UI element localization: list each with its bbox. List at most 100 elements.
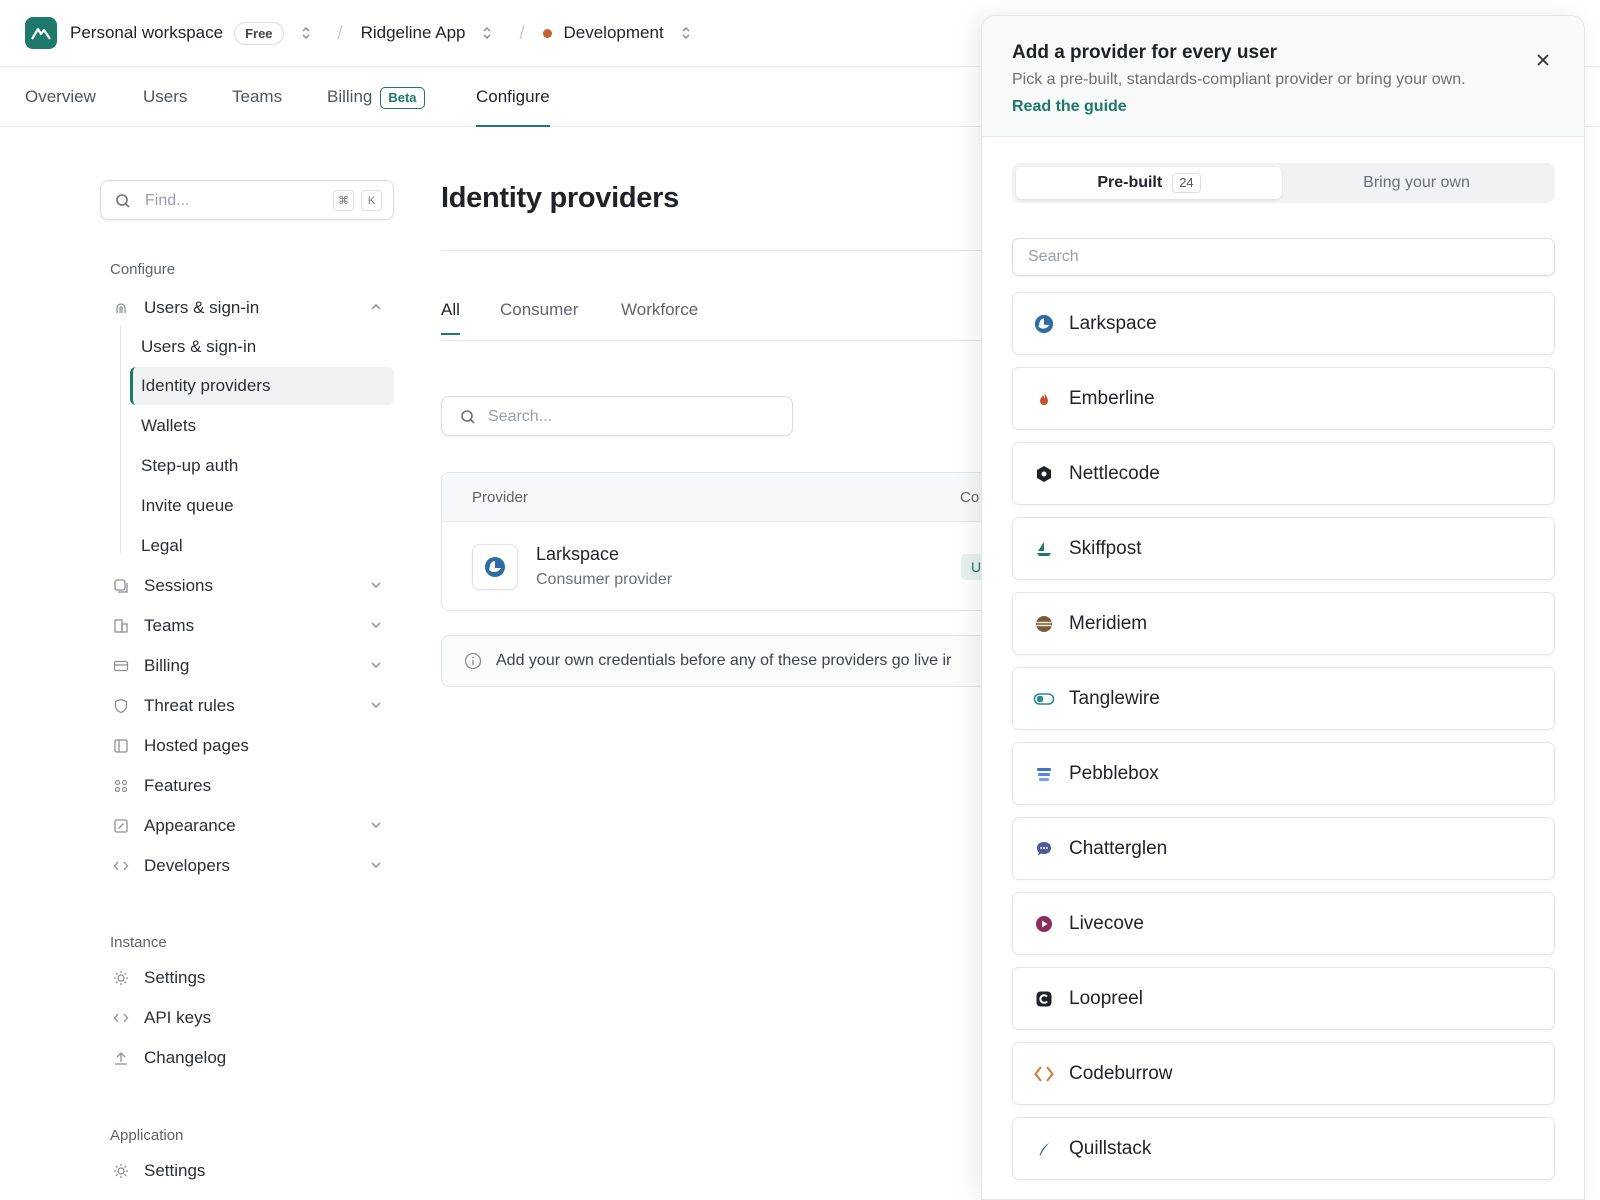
sidebar-subitem-legal[interactable]: Legal [130, 527, 394, 565]
code-brackets-icon [1033, 1063, 1055, 1085]
info-note: Add your own credentials before any of t… [441, 635, 1001, 687]
panel-title: Add a provider for every user [1012, 42, 1278, 63]
provider-card-pebblebox[interactable]: Pebblebox [1012, 742, 1555, 805]
sidebar-item-appearance[interactable]: Appearance [110, 807, 394, 845]
provider-card-skiffpost[interactable]: Skiffpost [1012, 517, 1555, 580]
sun-gear-icon [110, 1160, 132, 1182]
code-icon [110, 855, 132, 877]
chevron-down-icon [370, 619, 382, 631]
sidebar-subitem-step-up-auth[interactable]: Step-up auth [130, 447, 394, 485]
tab-teams[interactable]: Teams [232, 67, 282, 127]
larkspace-icon [1033, 313, 1055, 335]
section-configure: Configure [110, 261, 176, 278]
sidebar-item-billing[interactable]: Billing [110, 647, 394, 685]
breadcrumb-separator: / [337, 22, 343, 43]
k-key-hint: K [361, 190, 382, 211]
filter-tab-workforce[interactable]: Workforce [621, 300, 698, 320]
provider-name: Codeburrow [1069, 1062, 1173, 1084]
sidebar-subitem-invite-queue[interactable]: Invite queue [130, 487, 394, 525]
sidebar-item-developers[interactable]: Developers [110, 847, 394, 885]
provider-card-codeburrow[interactable]: Codeburrow [1012, 1042, 1555, 1105]
filter-tab-all[interactable]: All [441, 300, 460, 335]
sidebar-item-threat-rules[interactable]: Threat rules [110, 687, 394, 725]
search-icon [461, 410, 475, 424]
tab-billing[interactable]: Billing Beta [327, 67, 425, 127]
beta-badge: Beta [380, 86, 425, 109]
read-guide-link[interactable]: Read the guide [1012, 98, 1127, 116]
provider-card-meridiem[interactable]: Meridiem [1012, 592, 1555, 655]
mountain-icon [31, 27, 51, 40]
provider-card-loopreel[interactable]: Loopreel [1012, 967, 1555, 1030]
grid-dots-icon [110, 775, 132, 797]
tab-users[interactable]: Users [143, 67, 187, 127]
sidebar-item-api-keys[interactable]: API keys [110, 999, 394, 1037]
sidebar-item-hosted-pages[interactable]: Hosted pages [110, 727, 394, 765]
table-header: Provider Co [442, 473, 1000, 522]
sidebar-subitem-wallets[interactable]: Wallets [130, 407, 394, 445]
edit-square-icon [110, 815, 132, 837]
breadcrumb-separator: / [519, 22, 525, 43]
table-row[interactable]: Larkspace Consumer provider U [442, 522, 1000, 610]
environment-name[interactable]: Development [564, 23, 664, 43]
info-icon [464, 652, 482, 670]
provider-name: Livecove [1069, 912, 1144, 934]
find-input[interactable]: Find... ⌘ K [100, 180, 394, 220]
sidebar-item-users-signin[interactable]: Users & sign-in [110, 289, 394, 327]
workspace-name[interactable]: Personal workspace [70, 23, 223, 43]
section-instance: Instance [110, 934, 167, 951]
provider-type: Consumer provider [536, 571, 673, 588]
sidebar-subitem-identity-providers[interactable]: Identity providers [130, 367, 394, 405]
provider-card-chatterglen[interactable]: Chatterglen [1012, 817, 1555, 880]
sidebar-item-label: Threat rules [144, 696, 235, 715]
provider-name: Pebblebox [1069, 762, 1159, 784]
sidebar-subitem-users-signin[interactable]: Users & sign-in [130, 328, 394, 366]
search-placeholder: Search... [488, 408, 553, 425]
tab-overview[interactable]: Overview [25, 67, 96, 127]
segment-prebuilt[interactable]: Pre-built 24 [1016, 167, 1282, 199]
building-icon [110, 615, 132, 637]
provider-card-livecove[interactable]: Livecove [1012, 892, 1555, 955]
panel-header: Add a provider for every user Pick a pre… [982, 16, 1584, 137]
chevron-updown-icon[interactable] [680, 25, 692, 41]
flame-icon [1033, 388, 1055, 410]
provider-source-toggle: Pre-built 24 Bring your own [1012, 163, 1555, 203]
workspace-logo[interactable] [25, 17, 57, 49]
info-note-text: Add your own credentials before any of t… [496, 652, 952, 669]
sidebar-item-changelog[interactable]: Changelog [110, 1039, 394, 1077]
toggle-icon [1033, 688, 1055, 710]
section-application: Application [110, 1127, 184, 1144]
play-circle-icon [1033, 913, 1055, 935]
command-key-icon: ⌘ [333, 190, 354, 211]
sidebar-item-teams[interactable]: Teams [110, 607, 394, 645]
provider-card-quillstack[interactable]: Quillstack [1012, 1117, 1555, 1180]
panel-description: Pick a pre-built, standards-compliant pr… [1012, 71, 1466, 88]
column-header-provider: Provider [472, 489, 528, 506]
provider-card-emberline[interactable]: Emberline [1012, 367, 1555, 430]
find-placeholder: Find... [145, 192, 190, 209]
provider-search-input[interactable]: Search... [441, 396, 793, 436]
striped-circle-icon [1033, 613, 1055, 635]
chevron-updown-icon[interactable] [300, 25, 312, 41]
segment-bring-your-own[interactable]: Bring your own [1282, 167, 1551, 199]
larkspace-icon [472, 544, 518, 590]
tab-configure[interactable]: Configure [476, 67, 550, 127]
sidebar-item-features[interactable]: Features [110, 767, 394, 805]
panel-search-input[interactable]: Search [1012, 238, 1555, 276]
code-icon [110, 1007, 132, 1029]
provider-card-tanglewire[interactable]: Tanglewire [1012, 667, 1555, 730]
provider-card-nettlecode[interactable]: Nettlecode [1012, 442, 1555, 505]
close-icon[interactable] [1535, 52, 1551, 68]
sidebar: Find... ⌘ K Configure Users & sign-in Us… [0, 127, 400, 1200]
sidebar-item-sessions[interactable]: Sessions [110, 567, 394, 605]
filter-tab-consumer[interactable]: Consumer [500, 300, 578, 320]
sidebar-item-instance-settings[interactable]: Settings [110, 959, 394, 997]
sidebar-item-application-settings[interactable]: Settings [110, 1152, 394, 1190]
credit-card-icon [110, 655, 132, 677]
sailboat-icon [1033, 538, 1055, 560]
chevron-updown-icon[interactable] [481, 25, 493, 41]
sidebar-item-label: Teams [144, 616, 195, 635]
provider-name: Nettlecode [1069, 462, 1160, 484]
app-name[interactable]: Ridgeline App [361, 23, 466, 43]
provider-card-larkspace[interactable]: Larkspace [1012, 292, 1555, 355]
chevron-down-icon [370, 579, 382, 591]
